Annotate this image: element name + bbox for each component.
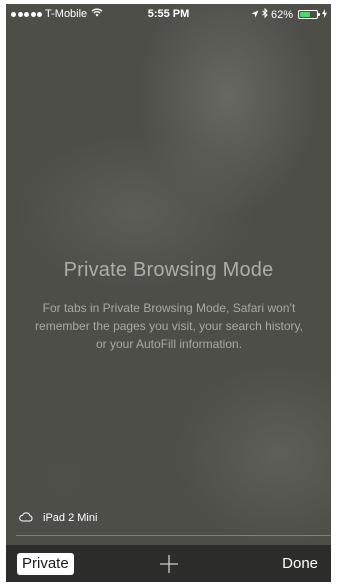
device-name-label: iPad 2 Mini	[43, 512, 98, 524]
safari-tab-view-screen: T-Mobile 5:55 PM 62% Private Browsing Mo…	[6, 4, 331, 582]
private-button[interactable]: Private	[17, 553, 74, 575]
plus-icon	[160, 555, 178, 573]
bluetooth-icon	[262, 7, 268, 21]
status-bar: T-Mobile 5:55 PM 62%	[6, 4, 331, 24]
battery-level-fill	[300, 12, 310, 17]
cloud-icon	[19, 511, 33, 525]
charging-bolt-icon	[322, 8, 327, 21]
status-bar-right: 62%	[251, 7, 327, 21]
icloud-device-row[interactable]: iPad 2 Mini	[6, 503, 331, 533]
add-tab-button[interactable]	[158, 553, 180, 575]
device-divider	[16, 535, 331, 536]
private-browsing-title: Private Browsing Mode	[63, 259, 274, 281]
battery-percent: 62%	[270, 8, 293, 21]
location-arrow-icon	[251, 9, 259, 21]
bottom-toolbar: Private Done	[6, 545, 331, 582]
battery-icon	[298, 10, 320, 19]
done-button[interactable]: Done	[282, 553, 318, 575]
private-browsing-description: For tabs in Private Browsing Mode, Safar…	[35, 301, 303, 351]
